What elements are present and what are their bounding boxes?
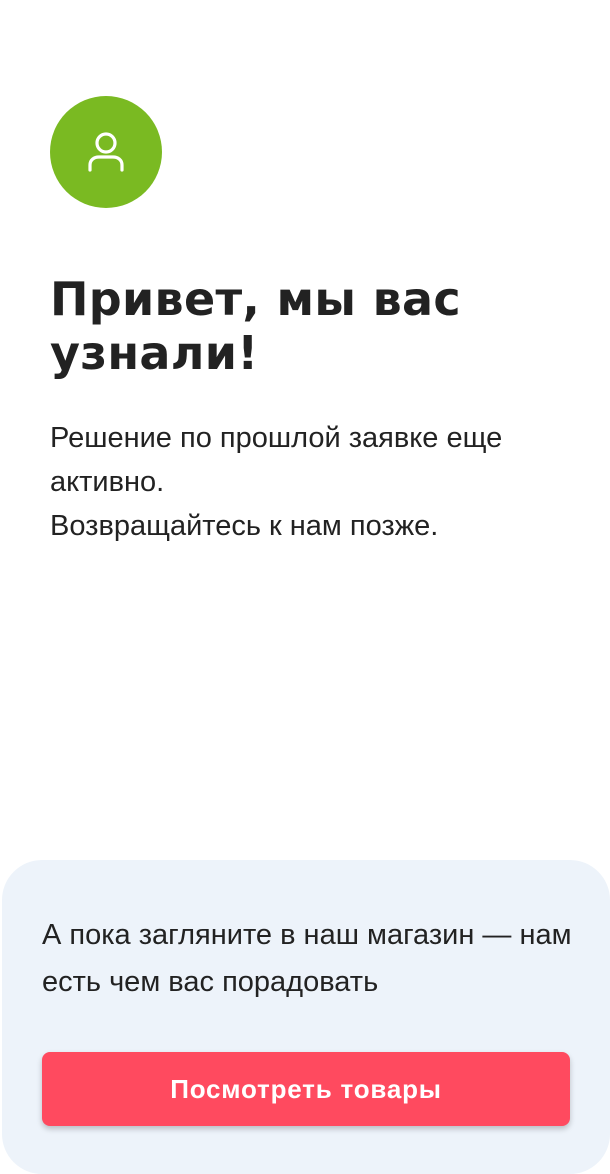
promo-card: А пока загляните в наш магазин — нам ест… [2,860,610,1174]
page-title: Привет, мы вас узнали! [50,272,461,380]
view-products-button[interactable]: Посмотреть товары [42,1052,570,1126]
avatar [50,96,162,208]
status-message: Решение по прошлой заявке еще активно. В… [50,416,570,548]
user-icon [88,132,124,172]
status-message-line: Решение по прошлой заявке еще активно. [50,422,503,498]
promo-text: А пока загляните в наш магазин — нам ест… [42,919,572,998]
status-message-line: Возвращайтесь к нам позже. [50,510,439,542]
